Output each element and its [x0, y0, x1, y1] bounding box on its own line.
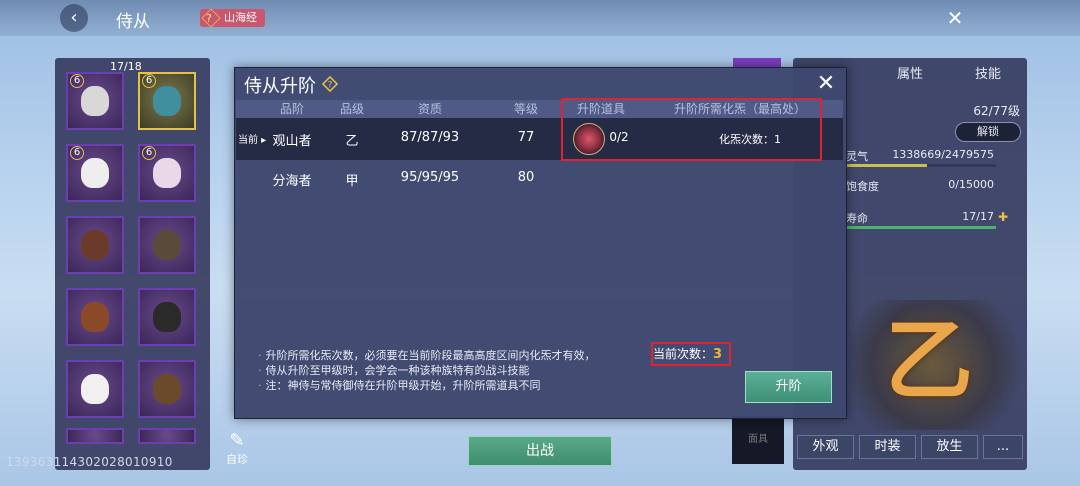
col-aptitude: 资质 — [417, 102, 442, 116]
cell-grade: 乙 — [345, 134, 359, 149]
pet-slot[interactable] — [66, 288, 124, 346]
pet-slot[interactable] — [66, 360, 124, 418]
level-value: 62/77级 — [973, 104, 1020, 118]
fashion-button[interactable]: 时装 — [859, 435, 916, 459]
cell-rank: 分海者 — [272, 174, 312, 189]
life-bar — [846, 226, 996, 229]
stat-value: 17/17 — [962, 210, 994, 223]
svg-text:?: ? — [328, 81, 333, 91]
mask-slot[interactable]: 面具 — [732, 416, 784, 464]
pet-slot[interactable] — [66, 428, 124, 444]
release-button[interactable]: 放生 — [921, 435, 978, 459]
back-button[interactable]: ‹ — [60, 4, 88, 32]
note-line: · 注：神侍与常侍御侍在升阶甲级开始，升阶所需道具不同 — [258, 379, 541, 392]
note-line: · 侍从升阶至甲级时，会学会一种该种族特有的战斗技能 — [258, 364, 530, 377]
pet-slot[interactable] — [138, 216, 196, 274]
more-button[interactable]: ... — [983, 435, 1023, 459]
pet-slot[interactable]: 6 — [138, 144, 196, 202]
pet-slot[interactable]: 6 — [138, 72, 196, 130]
free-label: 自珍 — [226, 453, 248, 466]
pet-slot[interactable] — [138, 428, 196, 444]
note-line: · 升阶所需化炁次数，必须要在当前阶段最高高度区间内化炁才有效， — [258, 349, 596, 362]
tab-attributes[interactable]: 属性 — [878, 62, 942, 88]
add-icon[interactable]: ✚ — [998, 210, 1008, 224]
pet-slot[interactable]: 6 — [66, 72, 124, 130]
pet-slot[interactable]: 6 — [66, 144, 124, 202]
stat-label: 寿命 — [846, 212, 868, 225]
page-title: 侍从 — [116, 12, 150, 32]
user-id: 13936311430202801091​0 — [6, 455, 173, 469]
cell-grade: 甲 — [345, 174, 359, 189]
close-icon[interactable]: ✕ — [814, 72, 838, 96]
stat-label: 饱食度 — [846, 180, 879, 193]
pet-slot[interactable] — [66, 216, 124, 274]
upgrade-button[interactable]: 升阶 — [745, 371, 832, 403]
current-marker: 当前 ▸ — [238, 135, 267, 146]
chevron-left-icon: ‹ — [70, 7, 78, 28]
cell-level: 77 — [517, 130, 535, 145]
stat-value: 0/15000 — [948, 178, 994, 191]
tag-label: 山海经 — [224, 11, 257, 24]
book-tag[interactable]: ? 山海经 — [200, 8, 265, 28]
need-count: 化炁次数：1 — [719, 133, 781, 146]
feather-icon[interactable]: ✎ 自珍 — [220, 430, 254, 466]
unlock-toggle[interactable]: 解锁 — [955, 122, 1021, 142]
pet-slot[interactable] — [138, 360, 196, 418]
spirit-bar — [846, 164, 996, 167]
deploy-button[interactable]: 出战 — [468, 436, 612, 466]
appearance-button[interactable]: 外观 — [797, 435, 854, 459]
upgrade-item-icon[interactable] — [573, 123, 605, 155]
modal-title: 侍从升阶 — [244, 76, 316, 97]
help-icon[interactable]: ? — [322, 76, 338, 92]
current-count: 当前次数：3 — [651, 342, 731, 366]
col-rank: 品阶 — [279, 102, 304, 116]
cell-aptitude: 87/87/93 — [400, 130, 460, 145]
col-level: 等级 — [513, 102, 538, 116]
cell-level: 80 — [517, 170, 535, 185]
stat-label: 灵气 — [846, 150, 868, 163]
stat-value: 1338669/2479575 — [892, 148, 994, 161]
pet-slot[interactable] — [138, 288, 196, 346]
grade-char: 乙 — [885, 309, 974, 412]
cell-rank: 观山者 — [272, 134, 312, 149]
top-bar — [0, 0, 1080, 36]
item-count: 0/2 — [609, 130, 629, 144]
col-grade: 品级 — [339, 102, 364, 116]
close-icon[interactable]: ✕ — [942, 5, 968, 31]
tab-skills[interactable]: 技能 — [956, 62, 1020, 88]
cell-aptitude: 95/95/95 — [400, 170, 460, 185]
